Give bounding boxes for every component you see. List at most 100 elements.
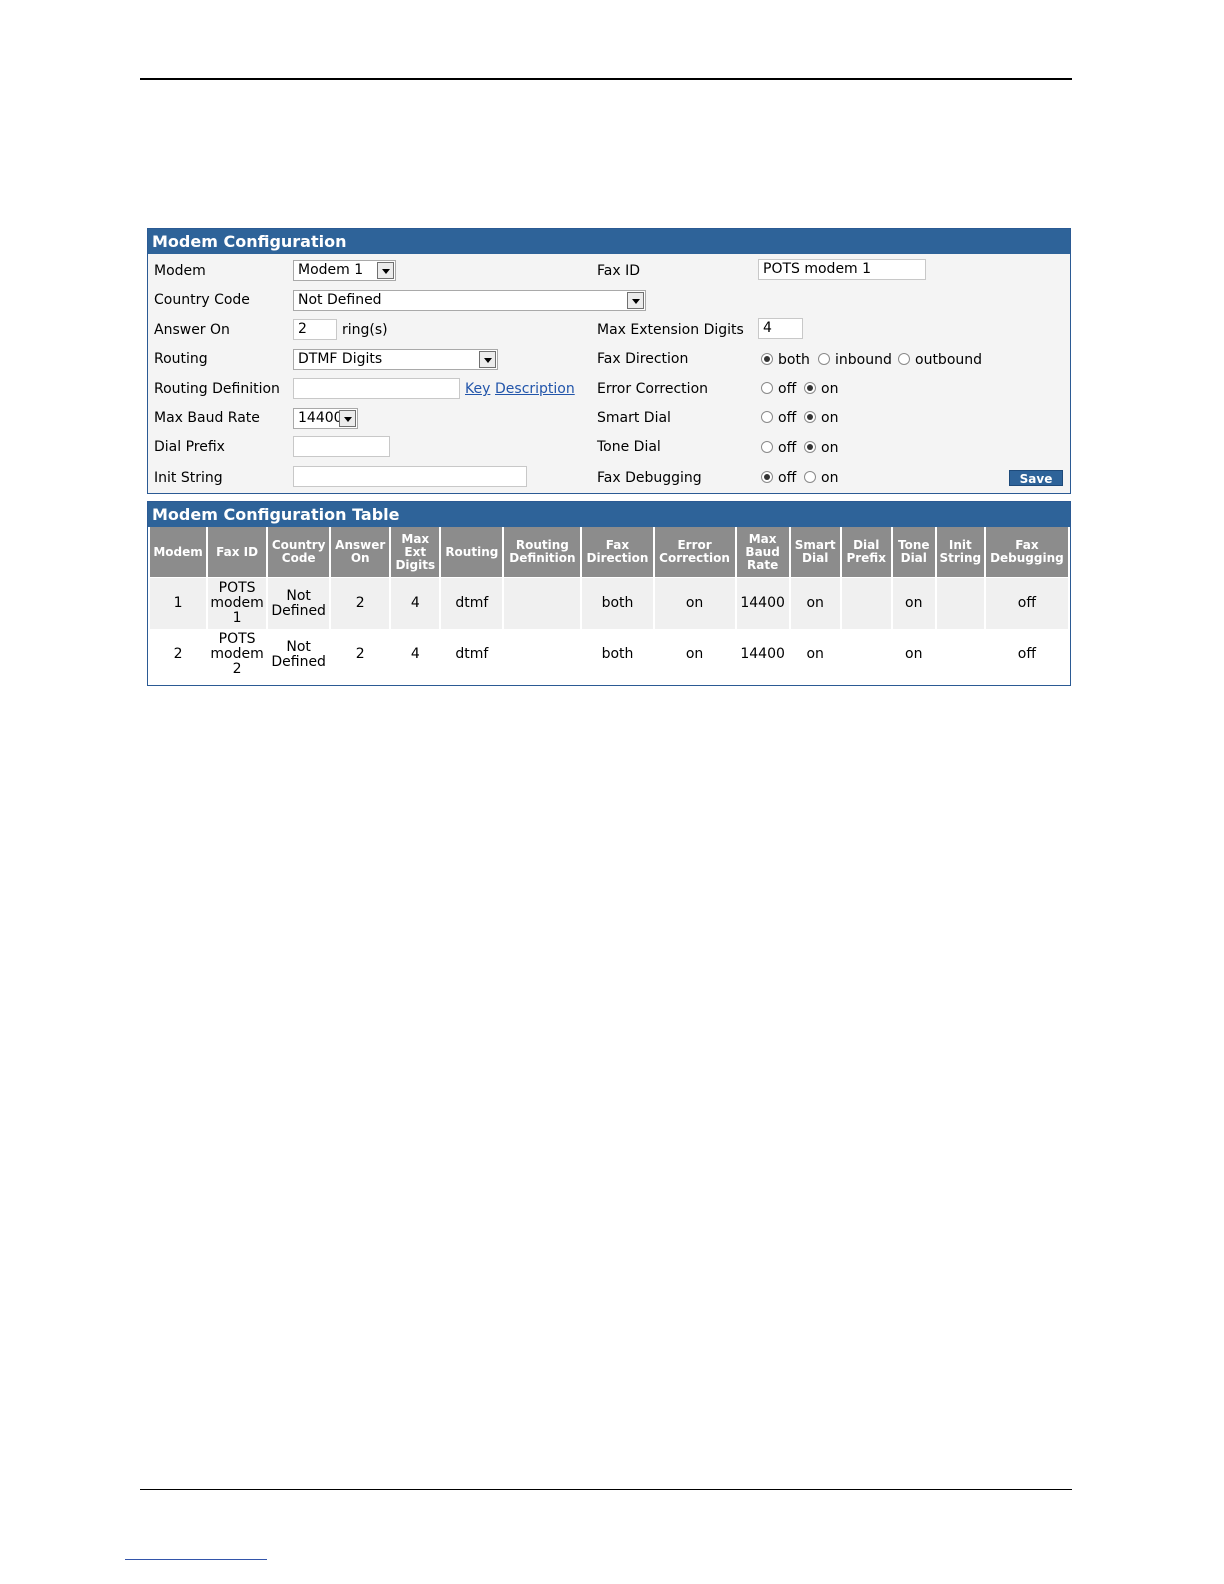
table-body: 1 POTS modem 1 Not Defined 2 4 dtmf both on 14400 on… [150, 578, 1068, 680]
fax-debugging-on-radio[interactable] [804, 471, 816, 483]
max-baud-rate-select-value: 14400 [298, 410, 343, 426]
fax-direction-outbound-label: outbound [915, 352, 983, 368]
table-cell: 2 [331, 629, 390, 680]
routing-select[interactable]: DTMF Digits [293, 349, 498, 370]
table-cell: dtmf [441, 578, 503, 629]
modem-configuration-table: Modem Fax ID Country Code Answer On Max Ext Digi… [148, 527, 1070, 680]
error-correction-off-radio[interactable] [761, 382, 773, 394]
max-extension-digits-label: Max Extension Digits [597, 322, 744, 338]
dial-prefix-input[interactable] [293, 436, 390, 457]
table-cell-line: 14400 [740, 646, 785, 662]
column-header-line: Dial [802, 551, 829, 565]
modem-select[interactable]: Modem 1 [293, 260, 396, 281]
column-header: Smart Dial [790, 527, 840, 578]
tone-dial-on-radio[interactable] [804, 441, 816, 453]
fax-direction-inbound-label: inbound [835, 352, 892, 368]
table-cell: POTS modem 1 [208, 578, 267, 629]
table-cell [504, 578, 581, 629]
column-header: Fax Debugging [985, 527, 1068, 578]
column-header: Error Correction [654, 527, 735, 578]
table-cell: 4 [391, 629, 440, 680]
table-cell [936, 629, 984, 680]
modem-configuration-panel: Modem Configuration Modem Country Code A… [147, 228, 1071, 494]
smart-dial-on-label: on [821, 410, 839, 426]
table-cell-line: Defined [271, 602, 326, 619]
max-baud-rate-select[interactable]: 14400 [293, 408, 358, 429]
answer-on-suffix: ring(s) [342, 322, 388, 338]
error-correction-on-radio[interactable] [804, 382, 816, 394]
table-cell-line: 4 [410, 595, 420, 611]
table-cell-line: on [806, 595, 824, 611]
tone-dial-off-radio[interactable] [761, 441, 773, 453]
country-code-select-value: Not Defined [298, 292, 382, 308]
max-baud-rate-label: Max Baud Rate [154, 410, 260, 426]
table-cell: on [892, 578, 935, 629]
error-correction-label: Error Correction [597, 381, 709, 397]
footnote-rule [125, 1559, 267, 1560]
smart-dial-on-radio[interactable] [804, 411, 816, 423]
fax-direction-inbound-radio[interactable] [818, 353, 830, 365]
column-header: Answer On [331, 527, 390, 578]
table-row: 1 POTS modem 1 Not Defined 2 4 dtmf both on 14400 on… [150, 578, 1068, 629]
table-cell: 4 [391, 578, 440, 629]
fax-id-input[interactable]: POTS modem 1 [758, 259, 926, 280]
column-header-line: Direction [586, 551, 649, 565]
fax-debugging-label: Fax Debugging [597, 470, 702, 486]
page-header-rule [140, 78, 1072, 80]
chevron-down-icon[interactable] [339, 410, 356, 427]
column-header-line: Code [281, 551, 316, 565]
chevron-down-icon[interactable] [479, 351, 496, 368]
answer-on-input[interactable]: 2 [293, 319, 337, 340]
error-correction-on-label: on [821, 381, 839, 397]
column-header-line: Dial [900, 551, 927, 565]
table-cell [841, 629, 891, 680]
table-cell [504, 629, 581, 680]
save-button[interactable]: Save [1009, 470, 1063, 486]
modem-configuration-title: Modem Configuration [148, 229, 1070, 254]
smart-dial-off-radio[interactable] [761, 411, 773, 423]
table-cell [936, 578, 984, 629]
table-cell: 2 [150, 629, 207, 680]
fax-debugging-on-label: on [821, 470, 839, 486]
table-cell-line: dtmf [455, 595, 489, 611]
routing-label: Routing [154, 351, 208, 367]
country-code-label: Country Code [154, 292, 250, 308]
table-cell: off [985, 629, 1068, 680]
fax-debugging-off-radio[interactable] [761, 471, 773, 483]
table-cell-line: 1 [173, 595, 183, 611]
routing-definition-input[interactable] [293, 378, 460, 399]
chevron-down-icon[interactable] [627, 292, 644, 309]
init-string-label: Init String [154, 470, 223, 486]
max-extension-digits-input[interactable]: 4 [758, 318, 803, 339]
modem-configuration-table-title: Modem Configuration Table [148, 502, 1070, 527]
column-header: Routing [441, 527, 503, 578]
table-cell-line: on [685, 646, 704, 662]
table-cell-line: Not [286, 638, 311, 655]
smart-dial-off-label: off [778, 410, 797, 426]
key-link[interactable]: Key [465, 380, 490, 398]
fax-direction-outbound-radio[interactable] [898, 353, 910, 365]
column-header-line: Definition [509, 551, 576, 565]
column-header-line: String [939, 551, 982, 565]
table-cell: Not Defined [268, 629, 330, 680]
fax-direction-both-radio[interactable] [761, 353, 773, 365]
column-header-line: Debugging [990, 551, 1064, 565]
fax-direction-label: Fax Direction [597, 351, 689, 367]
description-link[interactable]: Description [495, 380, 575, 398]
table-cell-line: POTS [218, 631, 256, 647]
country-code-select[interactable]: Not Defined [293, 290, 646, 311]
fax-debugging-off-label: off [778, 470, 797, 486]
table-cell-line: Not [286, 587, 311, 604]
routing-select-value: DTMF Digits [298, 351, 383, 367]
chevron-down-icon[interactable] [377, 262, 394, 279]
table-cell: on [654, 578, 735, 629]
table-cell-line: 14400 [740, 595, 785, 611]
tone-dial-on-label: on [821, 440, 839, 456]
table-cell: 14400 [736, 578, 789, 629]
column-header: Fax Direction [582, 527, 653, 578]
table-cell: 2 [331, 578, 390, 629]
table-cell: off [985, 578, 1068, 629]
column-header: Init String [936, 527, 984, 578]
init-string-input[interactable] [293, 466, 527, 487]
dial-prefix-label: Dial Prefix [154, 439, 225, 455]
